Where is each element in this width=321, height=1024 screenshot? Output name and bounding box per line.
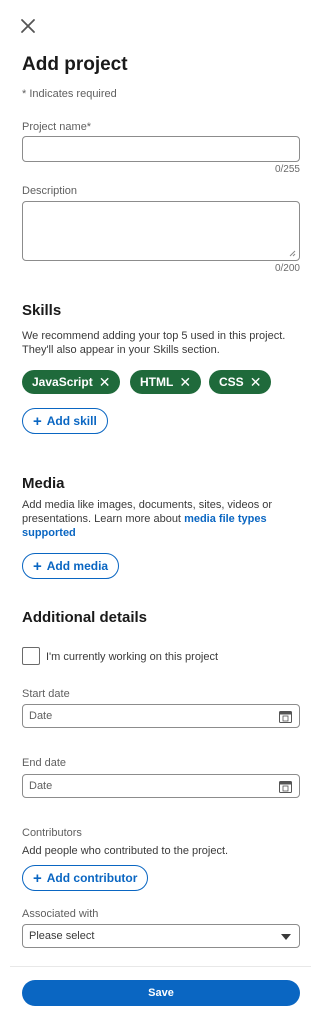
skill-chip-label: JavaScript — [32, 375, 93, 389]
skills-description: We recommend adding your top 5 used in t… — [22, 330, 286, 356]
plus-icon: + — [33, 869, 42, 887]
associated-with-label: Associated with — [22, 908, 99, 920]
close-icon — [21, 19, 35, 33]
add-skill-button[interactable]: + Add skill — [22, 408, 108, 434]
media-heading: Media — [22, 475, 65, 492]
calendar-icon[interactable] — [279, 710, 292, 723]
remove-icon[interactable]: ✕ — [250, 374, 262, 391]
add-media-button[interactable]: + Add media — [22, 553, 120, 579]
add-media-label: Add media — [46, 559, 109, 573]
remove-icon[interactable]: ✕ — [99, 374, 111, 391]
save-button[interactable]: Save — [22, 980, 300, 1006]
skills-heading: Skills — [22, 302, 62, 319]
project-name-input[interactable] — [22, 136, 300, 162]
close-button[interactable] — [18, 16, 38, 36]
description-textarea[interactable] — [22, 201, 300, 261]
add-skill-label: Add skill — [46, 414, 97, 428]
start-date-placeholder: Date — [29, 710, 53, 722]
associated-with-select[interactable]: Please select — [22, 924, 300, 948]
plus-icon: + — [33, 412, 42, 430]
currently-working-label: I'm currently working on this project — [46, 651, 219, 663]
required-note: * Indicates required — [22, 88, 117, 100]
add-project-dialog: Add project * Indicates required Project… — [0, 0, 321, 1024]
currently-working-checkbox[interactable] — [22, 647, 40, 665]
contributors-label: Contributors — [22, 827, 82, 839]
remove-icon[interactable]: ✕ — [179, 374, 191, 391]
project-name-label: Project name* — [22, 121, 92, 133]
skill-chip-label: CSS — [219, 375, 244, 389]
skill-chip[interactable]: HTML ✕ — [130, 370, 202, 394]
dropdown-caret-icon — [281, 934, 291, 940]
plus-icon: + — [33, 557, 42, 575]
resize-handle-icon[interactable] — [289, 250, 296, 257]
additional-details-heading: Additional details — [22, 609, 148, 626]
add-contributor-label: Add contributor — [46, 871, 138, 885]
project-name-counter: 0/255 — [274, 164, 300, 175]
media-description: Add media like images, documents, sites,… — [22, 498, 304, 540]
add-contributor-button[interactable]: + Add contributor — [22, 865, 149, 891]
footer-divider — [10, 966, 311, 967]
start-date-input[interactable]: Date — [22, 704, 300, 728]
end-date-label: End date — [22, 757, 67, 769]
start-date-label: Start date — [22, 688, 70, 700]
page-title: Add project — [22, 54, 128, 75]
description-label: Description — [22, 185, 78, 197]
skill-chip[interactable]: JavaScript ✕ — [22, 370, 121, 394]
end-date-placeholder: Date — [29, 780, 53, 792]
calendar-icon[interactable] — [279, 780, 292, 793]
skill-chip[interactable]: CSS ✕ — [209, 370, 272, 394]
description-counter: 0/200 — [274, 263, 300, 274]
contributors-description: Add people who contributed to the projec… — [22, 845, 229, 857]
end-date-input[interactable]: Date — [22, 774, 300, 798]
skill-chip-label: HTML — [140, 375, 174, 389]
associated-with-value: Please select — [29, 930, 95, 942]
